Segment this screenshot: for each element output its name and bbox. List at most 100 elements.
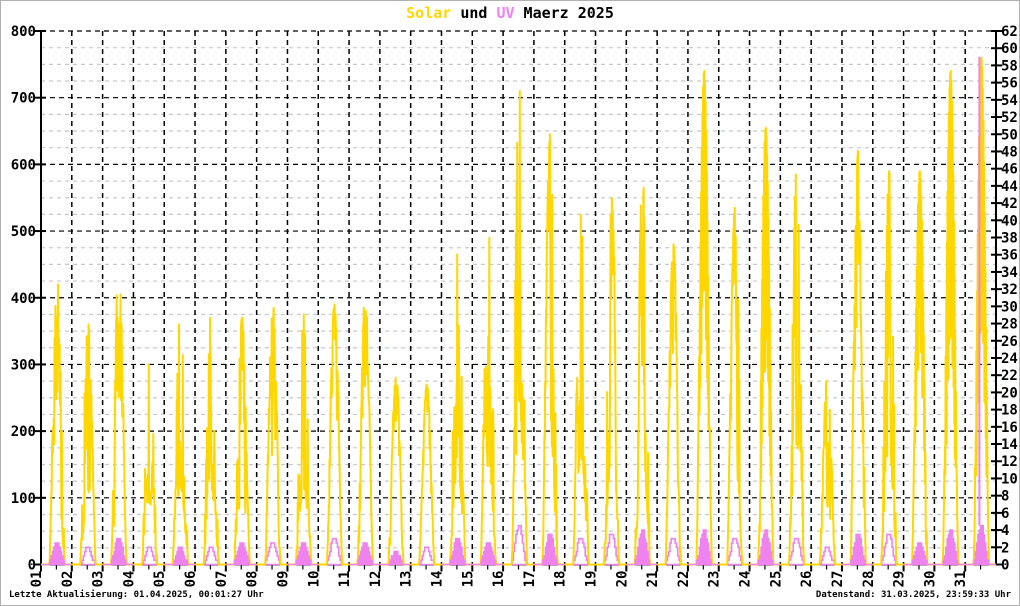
right-axis-label: 26	[1001, 334, 1018, 350]
x-axis-day-label: 04	[121, 571, 137, 588]
uv-day-curve	[533, 533, 565, 566]
x-axis-day-label: 26	[799, 571, 815, 588]
uv-day-curve	[225, 542, 257, 566]
right-axis-label: 38	[1001, 231, 1018, 247]
uv-day-curve	[472, 542, 504, 566]
uv-day-curve	[595, 533, 627, 566]
uv-day-curve	[564, 537, 596, 566]
right-axis-label: 48	[1001, 144, 1018, 160]
left-axis-label: 800	[11, 24, 36, 40]
x-axis-day-label: 05	[152, 571, 168, 588]
x-axis-day-label: 25	[768, 571, 784, 588]
uv-day-curve	[349, 542, 380, 566]
right-axis-label: 58	[1001, 58, 1018, 74]
uv-day-curve	[164, 546, 195, 566]
right-axis-label: 8	[1001, 489, 1009, 505]
x-axis-day-label: 11	[337, 571, 353, 588]
x-axis-day-label: 23	[707, 571, 723, 588]
right-axis-label: 56	[1001, 76, 1018, 92]
x-axis-day-label: 07	[214, 571, 230, 588]
x-axis-day-label: 12	[368, 571, 384, 588]
left-axis-label: 400	[11, 291, 36, 307]
uv-day-curve	[379, 550, 411, 566]
uv-day-curve	[780, 537, 812, 566]
x-axis-day-label: 17	[522, 571, 538, 588]
right-axis-label: 24	[1001, 351, 1018, 367]
x-axis-day-label: 29	[892, 571, 908, 588]
right-axis-label: 52	[1001, 110, 1018, 126]
uv-day-curve	[718, 537, 750, 566]
solar-series	[40, 56, 997, 566]
left-axis-label: 600	[11, 157, 36, 173]
uv-day-curve	[903, 542, 935, 566]
uv-day-curve	[811, 546, 842, 566]
x-axis-day-label: 27	[830, 571, 846, 588]
right-axis-label: 6	[1001, 506, 1009, 522]
right-axis-label: 4	[1001, 523, 1009, 539]
uv-day-curve	[256, 542, 288, 566]
x-axis-day-label: 24	[738, 571, 754, 588]
uv-day-curve	[872, 533, 904, 566]
right-axis-label: 16	[1001, 420, 1018, 436]
solar-uv-weather-chart: Solar und UV Maerz 2025 800 700 600 500 400 3…	[0, 0, 1020, 606]
x-axis-day-label: 10	[306, 571, 322, 588]
x-axis-day-label: 30	[922, 571, 938, 588]
x-axis-day-label: 21	[645, 571, 661, 588]
uv-day-curve	[657, 537, 688, 566]
uv-day-curve	[287, 542, 319, 566]
x-axis-day-label: 14	[429, 571, 445, 588]
uv-day-curve	[41, 542, 72, 566]
right-axis-label: 2	[1001, 540, 1009, 556]
uv-day-curve	[195, 546, 226, 566]
left-axis-label: 100	[11, 491, 36, 507]
data-state-text: Datenstand: 31.03.2025, 23:59:33 Uhr	[815, 590, 1011, 600]
right-axis-label: 18	[1001, 403, 1018, 419]
right-axis-label: 28	[1001, 317, 1018, 333]
uv-day-curve	[410, 546, 442, 566]
chart-canvas: 8007006005004003002001000626058565452504…	[11, 24, 1018, 588]
x-axis-day-label: 20	[614, 571, 630, 588]
last-update-text: Letzte Aktualisierung: 01.04.2025, 00:01…	[9, 590, 264, 600]
right-axis-label: 62	[1001, 24, 1018, 40]
right-axis-label: 40	[1001, 213, 1018, 229]
right-axis-label: 14	[1001, 437, 1018, 453]
uv-day-curve	[318, 537, 350, 566]
right-axis-label: 0	[1001, 558, 1009, 574]
right-axis-label: 34	[1001, 265, 1018, 281]
right-axis-label: 60	[1001, 41, 1018, 57]
right-axis-label: 12	[1001, 454, 1018, 470]
right-axis-label: 44	[1001, 179, 1018, 195]
x-axis-day-label: 03	[91, 571, 107, 588]
right-axis-label: 30	[1001, 299, 1018, 315]
uv-day-curve	[102, 537, 134, 566]
right-axis-label: 32	[1001, 282, 1018, 298]
x-axis-day-label: 18	[553, 571, 569, 588]
x-axis-day-label: 31	[953, 571, 969, 588]
x-axis-day-label: 01	[29, 571, 45, 588]
right-axis-label: 10	[1001, 471, 1018, 487]
left-axis-label: 200	[11, 424, 36, 440]
right-axis-label: 22	[1001, 368, 1018, 384]
left-axis-label: 700	[11, 91, 36, 107]
x-axis-day-label: 28	[861, 571, 877, 588]
x-axis-day-label: 16	[491, 571, 507, 588]
right-axis-label: 54	[1001, 93, 1018, 109]
x-axis-day-label: 02	[60, 571, 76, 588]
x-axis-day-label: 22	[676, 571, 692, 588]
uv-day-curve	[71, 546, 103, 566]
right-axis-label: 50	[1001, 127, 1018, 143]
uv-day-curve	[842, 533, 873, 566]
uv-day-curve	[133, 546, 165, 566]
right-axis-label: 36	[1001, 248, 1018, 264]
left-axis-label: 300	[11, 357, 36, 373]
x-axis-day-label: 06	[183, 571, 199, 588]
x-axis-day-label: 09	[275, 571, 291, 588]
right-axis-label: 20	[1001, 385, 1018, 401]
x-axis-day-label: 19	[584, 571, 600, 588]
right-axis-label: 42	[1001, 196, 1018, 212]
x-axis-day-label: 08	[245, 571, 261, 588]
x-axis-day-label: 15	[460, 571, 476, 588]
left-axis-label: 500	[11, 224, 36, 240]
solar-curve	[40, 56, 997, 566]
x-axis-day-label: 13	[399, 571, 415, 588]
